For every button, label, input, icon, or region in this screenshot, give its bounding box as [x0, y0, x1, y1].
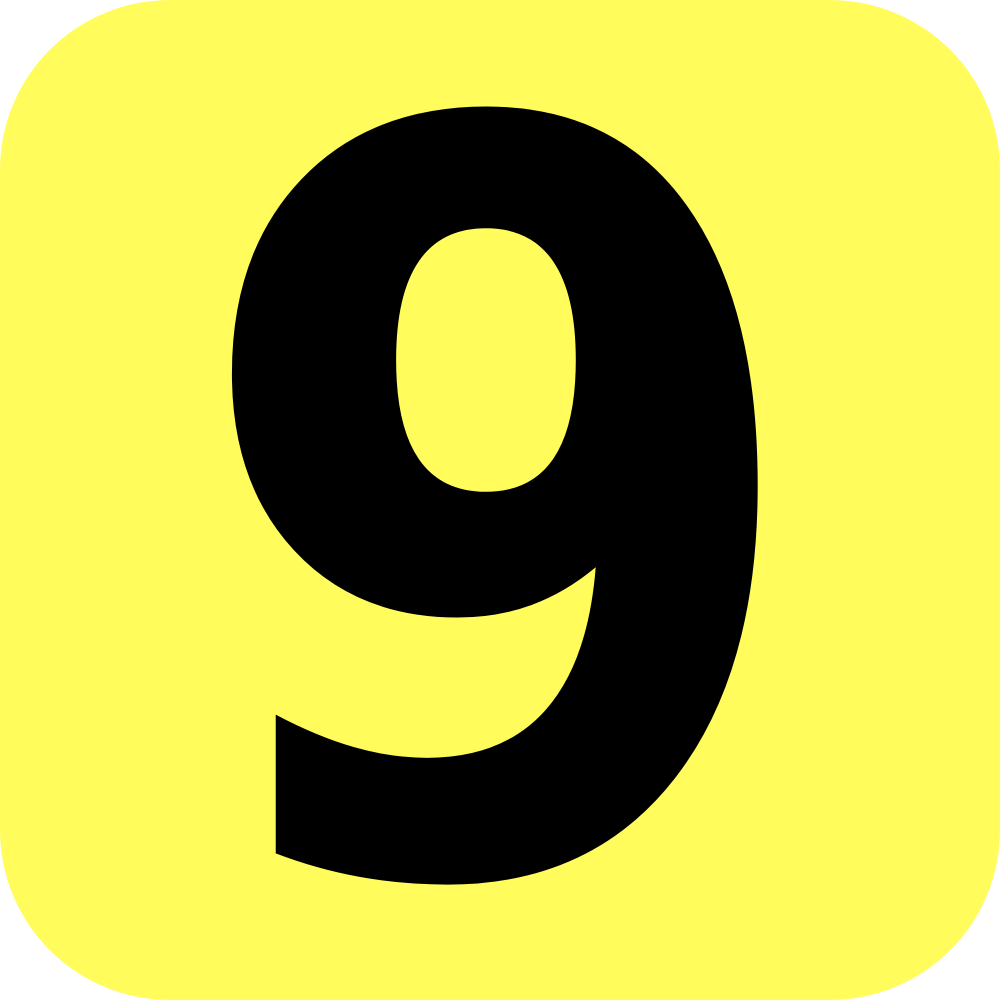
number-nine-badge: 9	[0, 0, 1000, 1000]
numeral-nine: 9	[184, 0, 816, 1000]
